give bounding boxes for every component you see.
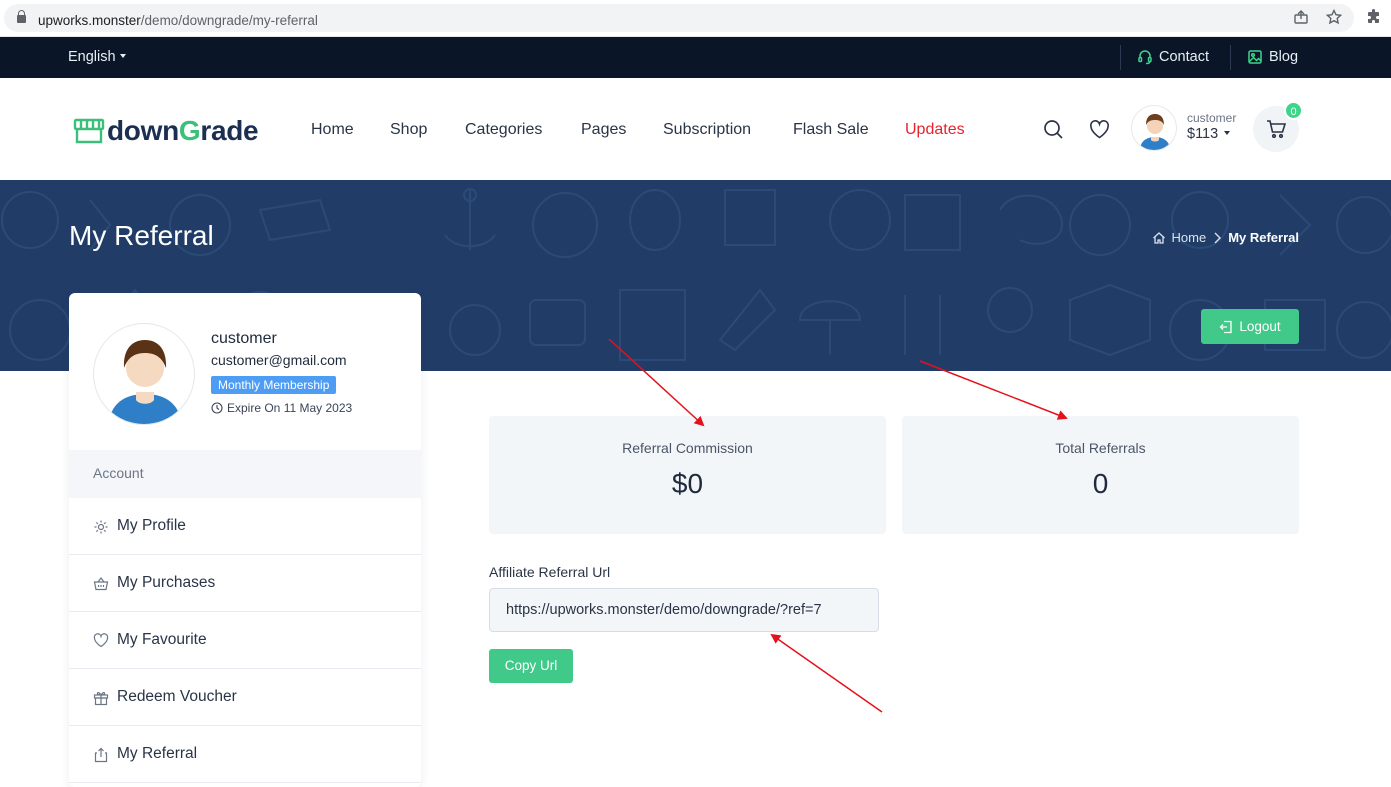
affiliate-url-label: Affiliate Referral Url	[489, 564, 611, 580]
share-icon	[94, 747, 108, 763]
logout-button[interactable]: Logout	[1201, 309, 1299, 344]
referral-commission-card: Referral Commission $0	[489, 416, 886, 534]
divider	[1120, 45, 1121, 70]
profile-name: customer	[211, 330, 277, 347]
account-section-header: Account	[69, 450, 421, 498]
logo-text: downGrade	[107, 115, 259, 146]
breadcrumb: Home My Referral	[1152, 230, 1299, 245]
profile-avatar	[93, 323, 195, 425]
page-title: My Referral	[69, 220, 214, 251]
browser-address-bar: upworks.monster/demo/downgrade/my-referr…	[0, 0, 1391, 37]
headset-icon	[1138, 50, 1152, 65]
blog-link[interactable]: Blog	[1247, 49, 1298, 65]
bookmark-star-icon[interactable]	[1325, 8, 1343, 30]
gear-icon	[94, 520, 108, 534]
menu-my-profile[interactable]: My Profile	[69, 498, 421, 555]
breadcrumb-current: My Referral	[1228, 230, 1299, 245]
nav-home[interactable]: Home	[311, 121, 354, 139]
main-header: downGrade Home Shop Categories Pages Sub…	[0, 78, 1391, 180]
chevron-down-icon	[119, 54, 126, 58]
profile-email: customer@gmail.com	[211, 352, 347, 368]
cart-button[interactable]: 0	[1253, 101, 1303, 152]
nav-flash-sale[interactable]: Flash Sale	[793, 121, 869, 139]
contact-link[interactable]: Contact	[1137, 49, 1209, 65]
image-icon	[1248, 50, 1262, 64]
breadcrumb-home[interactable]: Home	[1172, 230, 1207, 245]
chevron-right-icon	[1214, 232, 1222, 243]
nav-categories[interactable]: Categories	[465, 121, 542, 139]
address-text[interactable]: upworks.monster/demo/downgrade/my-referr…	[38, 13, 318, 28]
annotation-arrow	[770, 633, 883, 713]
menu-my-referral[interactable]: My Referral	[69, 726, 421, 783]
lock-icon	[17, 10, 26, 23]
nav-shop[interactable]: Shop	[390, 121, 427, 139]
membership-badge: Monthly Membership	[211, 376, 337, 394]
profile-card: customer customer@gmail.com Monthly Memb…	[69, 293, 421, 787]
top-bar: English Contact Blog	[0, 37, 1391, 78]
heart-icon[interactable]	[1089, 120, 1110, 139]
cart-count-badge: 0	[1284, 101, 1303, 120]
avatar	[1131, 105, 1177, 151]
nav-updates[interactable]: Updates	[905, 121, 965, 139]
total-referrals-label: Total Referrals	[1055, 440, 1146, 456]
referral-commission-label: Referral Commission	[622, 440, 753, 456]
address-field[interactable]: upworks.monster/demo/downgrade/my-referr…	[4, 4, 1354, 32]
menu-redeem-voucher[interactable]: Redeem Voucher	[69, 669, 421, 726]
user-balance: $113	[1187, 126, 1231, 142]
menu-my-purchases[interactable]: My Purchases	[69, 555, 421, 612]
total-referrals-value: 0	[1092, 468, 1109, 499]
language-selector[interactable]: English	[68, 49, 126, 65]
clock-icon	[211, 402, 223, 414]
logout-icon	[1219, 320, 1232, 333]
affiliate-url-field[interactable]: https://upworks.monster/demo/downgrade/?…	[489, 588, 879, 632]
nav-subscription[interactable]: Subscription	[663, 121, 751, 139]
heart-icon	[93, 633, 109, 648]
cart-icon	[1267, 120, 1286, 138]
user-name: customer	[1187, 111, 1237, 125]
store-icon	[73, 118, 105, 144]
home-icon	[1152, 231, 1165, 244]
site-logo[interactable]: downGrade	[73, 115, 259, 147]
basket-icon	[93, 577, 109, 591]
chevron-down-icon	[1224, 131, 1231, 135]
gift-icon	[93, 692, 109, 706]
nav-pages[interactable]: Pages	[581, 121, 626, 139]
extensions-icon[interactable]	[1366, 9, 1382, 30]
membership-expiry: Expire On 11 May 2023	[211, 401, 352, 415]
divider	[1230, 45, 1231, 70]
search-icon[interactable]	[1043, 119, 1064, 140]
share-icon[interactable]	[1293, 9, 1309, 30]
referral-commission-value: $0	[671, 468, 704, 499]
copy-url-button[interactable]: Copy Url	[489, 649, 573, 683]
total-referrals-card: Total Referrals 0	[902, 416, 1299, 534]
menu-my-favourite[interactable]: My Favourite	[69, 612, 421, 669]
